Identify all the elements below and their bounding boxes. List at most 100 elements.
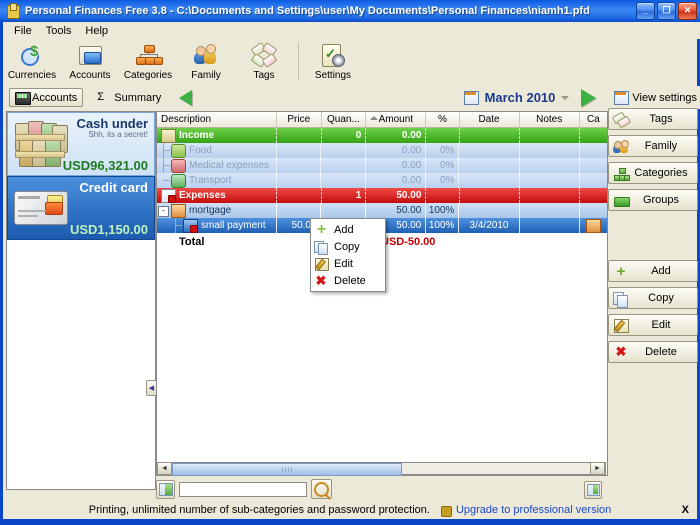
previous-period-icon[interactable] [179,89,193,106]
column-header-date[interactable]: Date [460,112,520,127]
table-row[interactable]: - mortgage 50.00 100% [157,203,607,218]
tree-line [157,173,171,188]
copy-icon [613,291,629,308]
context-menu: + Add Copy Edit ✖ Delete [310,218,386,292]
tags-icon [250,42,278,68]
menu-item-tools[interactable]: Tools [39,23,79,39]
maximize-icon: ❐ [662,4,671,15]
context-menu-item-edit[interactable]: Edit [311,255,385,272]
row-quantity [321,173,367,188]
next-period-icon[interactable] [581,88,597,107]
status-close-button[interactable]: X [682,504,689,516]
row-notes [520,128,580,143]
delete-icon: ✖ [615,343,627,359]
row-price [277,188,322,203]
row-date [459,158,520,173]
column-header-price[interactable]: Price [277,112,322,127]
view-settings-button[interactable]: View settings [614,91,697,105]
delete-button[interactable]: ✖ Delete [608,341,698,363]
close-button[interactable]: ✕ [678,2,697,20]
delete-icon: ✖ [315,272,327,288]
toolbar-button-tags[interactable]: Tags [235,39,293,87]
table-row[interactable]: Transport 0.00 0% [157,173,607,188]
search-input[interactable] [179,481,307,497]
maximize-button[interactable]: ❐ [657,2,676,20]
column-header-percent[interactable]: % [426,112,460,127]
row-amount: 0.00 [366,158,427,173]
period-selector[interactable]: March 2010 [463,90,555,105]
scroll-right-button[interactable]: ► [590,462,605,475]
minimize-icon: _ [642,4,648,15]
row-amount: 0.00 [366,143,427,158]
row-quantity: 1 [322,188,367,203]
accounts-icon [76,42,104,68]
column-header-notes[interactable]: Notes [520,112,580,127]
menu-item-help[interactable]: Help [78,23,115,39]
row-quantity [321,203,367,218]
edit-button[interactable]: Edit [608,314,698,336]
home-icon [171,203,186,218]
context-menu-item-copy[interactable]: Copy [311,238,385,255]
window-title: Personal Finances Free 3.8 - C:\Document… [25,5,590,17]
row-quantity [321,143,367,158]
row-notes [520,218,580,233]
scrollbar-thumb[interactable] [172,463,402,476]
minimize-button[interactable]: _ [636,2,655,20]
payment-icon [183,218,198,233]
menu-item-file[interactable]: File [7,23,39,39]
scroll-left-button[interactable]: ◄ [157,462,172,475]
chevron-down-icon[interactable] [561,95,570,100]
toolbar-button-family[interactable]: Family [177,39,235,87]
column-header-description[interactable]: Description [157,112,277,127]
upgrade-link[interactable]: Upgrade to professional version [440,504,611,517]
column-header-quantity[interactable]: Quan... [322,112,367,127]
table-horizontal-scrollbar[interactable]: ◄ ► [156,462,606,476]
table-row[interactable]: Expenses 1 50.00 [157,188,607,203]
add-button[interactable]: + Add [608,260,698,282]
application-window: Personal Finances Free 3.8 - C:\Document… [0,0,700,525]
table-row[interactable]: Medical expenses 0.00 0% [157,158,607,173]
tab-summary[interactable]: Σ Summary [91,88,167,107]
columns-right-icon[interactable] [584,481,602,499]
edit-button-label: Edit [651,319,671,331]
table-row[interactable]: Food 0.00 0% [157,143,607,158]
panel-spacer [608,216,696,238]
scrollbar-track[interactable] [172,463,590,476]
columns-left-icon[interactable] [156,479,175,499]
row-amount: 50.00 [366,188,427,203]
table-row[interactable]: Income 0 0.00 [157,128,607,143]
context-menu-item-delete[interactable]: ✖ Delete [311,272,385,289]
tags-button-label: Tags [649,113,673,125]
column-header-category[interactable]: Ca [580,112,607,127]
home-icon [585,218,601,233]
toolbar-button-settings[interactable]: ✓ Settings [304,39,362,87]
right-action-panel: Tags Family Categories Groups + Add Copy… [608,108,698,488]
row-description: small payment [201,220,266,231]
row-percent: 100% [426,203,460,218]
total-label: Total [179,236,205,248]
toolbar-button-categories[interactable]: Categories [119,39,177,87]
tags-button[interactable]: Tags [608,108,698,130]
copy-button[interactable]: Copy [608,287,698,309]
groups-button[interactable]: Groups [608,189,698,211]
search-button[interactable] [311,479,332,499]
account-card-credit-card[interactable]: Credit card USD1,150.00 [7,176,155,240]
context-menu-item-add[interactable]: + Add [311,221,385,238]
tab-accounts[interactable]: Accounts [9,88,84,107]
collapse-icon[interactable]: - [158,206,169,217]
account-card-cash[interactable]: Cash under Shh, its a secret! USD96,321.… [7,112,155,176]
settings-icon: ✓ [319,42,347,68]
window-bottom-edge [0,519,700,525]
categories-button[interactable]: Categories [608,162,698,184]
sort-ascending-icon [370,116,379,120]
tree-expander[interactable]: - [157,203,171,218]
row-description: mortgage [189,205,232,216]
account-balance: USD1,150.00 [69,222,148,237]
toolbar-button-accounts[interactable]: Accounts [61,39,119,87]
row-percent: 0% [426,143,460,158]
family-button[interactable]: Family [608,135,698,157]
column-header-amount[interactable]: Amount [366,112,427,127]
table-header-row: Description Price Quan... Amount % Date … [157,112,607,128]
row-date [460,128,520,143]
toolbar-button-currencies[interactable]: Currencies [3,39,61,87]
